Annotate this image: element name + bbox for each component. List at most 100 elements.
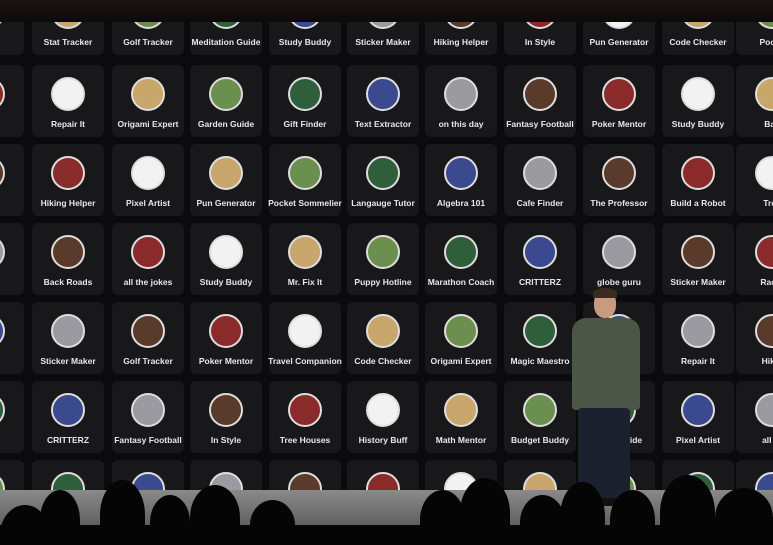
gpt-tile-label: CRITTERZ xyxy=(518,277,562,287)
gift-finder-icon xyxy=(288,77,322,111)
gpt-tile-obot: obot xyxy=(0,302,24,374)
gpt-tile-label: Meditation Guide xyxy=(191,37,261,47)
globe-guru-icon xyxy=(602,235,636,269)
gpt-tile-repair-it: Repair It xyxy=(662,302,734,374)
sticker-maker-icon xyxy=(51,314,85,348)
back-roads-icon xyxy=(51,235,85,269)
gpt-tile-tree: Tree xyxy=(736,144,773,216)
pixel-artist-icon xyxy=(681,393,715,427)
gpt-tile-label: Tree xyxy=(763,198,773,208)
gpt-tile-sticker-maker: Sticker Maker xyxy=(32,302,104,374)
presenter-hair xyxy=(593,288,617,298)
gpt-tile-label: Back Roads xyxy=(43,277,93,287)
all-the-jokes-icon xyxy=(131,235,165,269)
gpt-tile-critterz: CRITTERZ xyxy=(504,223,576,295)
critterz-icon xyxy=(51,393,85,427)
gpt-tile-label: Travel Companion xyxy=(268,356,342,366)
gpt-tile-label: Math Mentor xyxy=(435,435,487,445)
gpt-tile-ctor: ctor xyxy=(0,144,24,216)
gpt-tile-label: Code Checker xyxy=(354,356,412,366)
gpt-tile-label: Golf Tracker xyxy=(123,356,173,366)
gpt-tile-label: on this day xyxy=(438,119,484,129)
gpt-tile-ntor: ntor xyxy=(0,381,24,453)
gpt-tile-label: The Professor xyxy=(590,198,648,208)
gpt-tile-back-roads: Back Roads xyxy=(32,223,104,295)
gpt-tile-label: Langauge Tutor xyxy=(351,198,415,208)
tree-houses-icon xyxy=(288,393,322,427)
gpt-tile-text-extractor: Text Extractor xyxy=(347,65,419,137)
gpt-tile-label: Pun Generator xyxy=(589,37,649,47)
gpt-tile-garden-guide: Garden Guide xyxy=(190,65,262,137)
gpt-tile-cker: cker xyxy=(0,223,24,295)
gpt-tile-history-buff: History Buff xyxy=(347,381,419,453)
gpt-tile-repair-it: Repair It xyxy=(32,65,104,137)
gpt-tile-math-mentor: Math Mentor xyxy=(425,381,497,453)
gpt-tile-label: Sticker Maker xyxy=(670,277,726,287)
gpt-tile-label: Hiking Helper xyxy=(433,37,489,47)
gpt-tile-on-this-day: on this day xyxy=(425,65,497,137)
poker-mentor-icon xyxy=(602,77,636,111)
poker-mentor-icon xyxy=(209,314,243,348)
gpt-tile-gift-finder: Gift Finder xyxy=(269,65,341,137)
cker-icon xyxy=(0,235,5,269)
gpt-tile-label: Bac xyxy=(764,119,773,129)
tree-icon xyxy=(755,156,773,190)
golf-tracker-icon xyxy=(131,314,165,348)
gpt-tile-label: Origami Expert xyxy=(117,119,179,129)
gpt-tile-label: all the jokes xyxy=(123,277,173,287)
gpt-tile-label: Garden Guide xyxy=(197,119,255,129)
gpt-tile-label: In Style xyxy=(524,37,556,47)
gpt-tile-label: Repair It xyxy=(680,356,715,366)
gpt-tile-origami-expert: Origami Expert xyxy=(425,302,497,374)
gpt-tile-critterz: CRITTERZ xyxy=(32,381,104,453)
cafe-finder-icon xyxy=(523,156,557,190)
gpt-tile-algebra-101: Algebra 101 xyxy=(425,144,497,216)
repair-it-icon xyxy=(51,77,85,111)
the-professor-icon xyxy=(602,156,636,190)
budget-buddy-icon xyxy=(523,393,557,427)
gpt-tile-racin: Racin xyxy=(736,223,773,295)
gpt-tile-label: History Buff xyxy=(358,435,408,445)
gpt-tile-label: Fantasy Football xyxy=(114,435,182,445)
pixel-artist-icon xyxy=(131,156,165,190)
langauge-tutor-icon xyxy=(366,156,400,190)
hikin-icon xyxy=(755,314,773,348)
puppy-hotline-icon xyxy=(366,235,400,269)
gpt-tile-gue: gue xyxy=(0,65,24,137)
gpt-tile-label: Poker Mentor xyxy=(198,356,254,366)
gpt-tile-label: Sticker Maker xyxy=(40,356,96,366)
gpt-tile-all-th: all th xyxy=(736,381,773,453)
math-mentor-icon xyxy=(444,393,478,427)
gpt-tile-langauge-tutor: Langauge Tutor xyxy=(347,144,419,216)
hiking-helper-icon xyxy=(51,156,85,190)
gpt-tile-label: Pocke xyxy=(759,37,773,47)
gpt-tile-label: Marathon Coach xyxy=(427,277,495,287)
travel-companion-icon xyxy=(288,314,322,348)
gpt-tile-label: Poker Mentor xyxy=(591,119,647,129)
all-th-icon xyxy=(755,393,773,427)
study-buddy-icon xyxy=(209,235,243,269)
pun-generator-icon xyxy=(209,156,243,190)
gpt-tile-label: Gift Finder xyxy=(283,119,327,129)
origami-expert-icon xyxy=(131,77,165,111)
bac-icon xyxy=(755,77,773,111)
keynote-stage-photo: uStat TrackerGolf TrackerMeditation Guid… xyxy=(0,0,773,545)
gue-icon xyxy=(0,77,5,111)
marathon-coach-icon xyxy=(444,235,478,269)
text-extractor-icon xyxy=(366,77,400,111)
racin-icon xyxy=(755,235,773,269)
gpt-tile-sticker-maker: Sticker Maker xyxy=(662,223,734,295)
gpt-tile-mr-fix-it: Mr. Fix It xyxy=(269,223,341,295)
mr-fix-it-icon xyxy=(288,235,322,269)
gpt-tile-label: Cafe Finder xyxy=(516,198,564,208)
gpt-tile-label: Stat Tracker xyxy=(43,37,93,47)
gpt-tile-label: Code Checker xyxy=(669,37,727,47)
gpt-tile-cafe-finder: Cafe Finder xyxy=(504,144,576,216)
origami-expert-icon xyxy=(444,314,478,348)
gpt-tile-label: Sticker Maker xyxy=(355,37,411,47)
gpt-tile-golf-tracker: Golf Tracker xyxy=(112,302,184,374)
gpt-tile-label: CRITTERZ xyxy=(46,435,90,445)
gpt-tile-poker-mentor: Poker Mentor xyxy=(190,302,262,374)
gpt-tile-label: Fantasy Football xyxy=(506,119,574,129)
gpt-tile-label: Origami Expert xyxy=(430,356,492,366)
